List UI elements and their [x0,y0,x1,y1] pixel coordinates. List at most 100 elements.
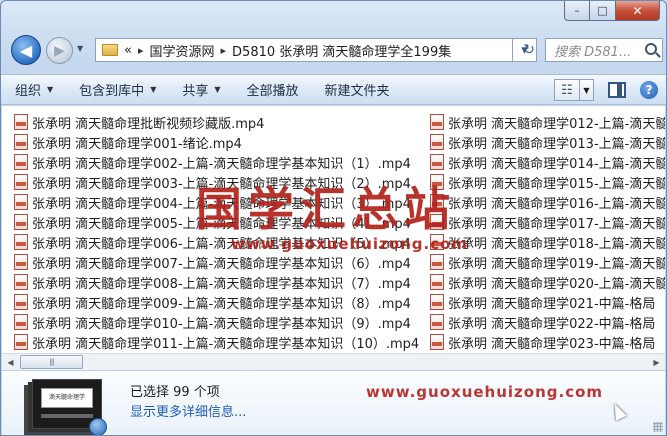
mp4-file-icon [14,294,28,310]
change-view-button[interactable]: ☷ [554,79,580,101]
horizontal-scrollbar[interactable]: ◀ ||| ▶ [2,353,665,370]
file-item[interactable]: 张承明 滴天髓命理学021-中篇-格局 [430,292,665,312]
preview-pane-icon[interactable] [608,82,626,98]
file-item[interactable]: 张承明 滴天髓命理批断视频珍藏版.mp4 [14,112,424,132]
view-options-dropdown[interactable]: ▼ [580,79,594,101]
back-button[interactable]: ◀ [11,35,41,65]
file-name: 张承明 滴天髓命理学003-上篇-滴天髓命理学基本知识（2）.mp4 [32,176,411,192]
chevron-down-icon: ▼ [214,85,221,94]
file-item[interactable]: 张承明 滴天髓命理学023-中篇-格局 [430,332,665,352]
file-item[interactable]: 张承明 滴天髓命理学005-上篇-滴天髓命理学基本知识（4）.mp4 [14,212,424,232]
selection-thumbnail: 滴天髓命理学 [32,379,107,435]
file-name: 张承明 滴天髓命理学021-中篇-格局 [448,296,656,312]
mp4-file-icon [430,214,444,230]
file-item[interactable]: 张承明 滴天髓命理学017-上篇-滴天髓 [430,212,665,232]
search-box[interactable]: 搜索 D581... [545,38,663,62]
file-name: 张承明 滴天髓命理学012-上篇-滴天髓 [448,116,665,132]
file-item[interactable]: 张承明 滴天髓命理学014-上篇-滴天髓 [430,152,665,172]
refresh-button[interactable]: ↻ [517,38,541,62]
mp4-file-icon [430,114,444,130]
help-icon: ? [645,83,653,97]
recent-pages-dropdown[interactable]: ▼ [77,44,83,53]
command-bar: 组织 ▼ 包含到库中 ▼ 共享 ▼ 全部播放 新建文件夹 ☷ ▼ ? [1,74,666,105]
scroll-right-button[interactable]: ▶ [648,355,665,370]
file-item[interactable]: 张承明 滴天髓命理学020-上篇-滴天髓 [430,272,665,292]
mp4-file-icon [430,154,444,170]
file-item[interactable]: 张承明 滴天髓命理学002-上篇-滴天髓命理学基本知识（1）.mp4 [14,152,424,172]
selection-count: 已选择 99 个项 [130,385,220,400]
mp4-file-icon [430,254,444,270]
search-input[interactable]: 搜索 D581... [554,41,631,60]
mp4-file-icon [14,234,28,250]
arrow-right-icon: ▶ [653,358,660,367]
chevron-down-icon: ▼ [47,85,54,94]
minimize-button[interactable]: – [564,1,590,21]
address-bar[interactable]: « ▸ 国学资源网 ▸ D5810 张承明 滴天髓命理学全199集 [95,38,513,62]
file-item[interactable]: 张承明 滴天髓命理学010-上篇-滴天髓命理学基本知识（9）.mp4 [14,312,424,332]
file-item[interactable]: 张承明 滴天髓命理学022-中篇-格局 [430,312,665,332]
include-library-label: 包含到库中 [79,84,145,99]
file-item[interactable]: 张承明 滴天髓命理学018-上篇-滴天髓 [430,232,665,252]
close-button[interactable]: ✕ [616,1,660,21]
media-player-icon [89,418,107,435]
forward-button[interactable]: ▶ [46,37,73,64]
file-item[interactable]: 张承明 滴天髓命理学006-上篇-滴天髓命理学基本知识（5）.mp4 [14,232,424,252]
details-pane: 滴天髓命理学 已选择 99 个项 显示更多详细信息... [2,370,665,435]
breadcrumb-item-root[interactable]: 国学资源网 [150,41,215,60]
breadcrumb-separator[interactable]: ▸ [138,44,144,57]
include-in-library-button[interactable]: 包含到库中 ▼ [79,80,156,99]
maximize-button[interactable]: □ [590,1,616,21]
file-item[interactable]: 张承明 滴天髓命理学016-上篇-滴天髓 [430,192,665,212]
file-name: 张承明 滴天髓命理学004-上篇-滴天髓命理学基本知识（3）.mp4 [32,196,411,212]
file-item[interactable]: 张承明 滴天髓命理学015-上篇-滴天髓 [430,172,665,192]
help-button[interactable]: ? [640,81,658,99]
mp4-file-icon [14,174,28,190]
mp4-file-icon [14,274,28,290]
caption-buttons: – □ ✕ [564,1,660,21]
explorer-window: – □ ✕ ◀ ▶ ▼ « ▸ 国学资源网 ▸ D5810 张承明 滴天髓命理学… [0,0,667,436]
organize-label: 组织 [15,84,42,99]
file-name: 张承明 滴天髓命理学018-上篇-滴天髓 [448,236,665,252]
file-column-1: 张承明 滴天髓命理批断视频珍藏版.mp4 张承明 滴天髓命理学001-绪论.mp4… [14,112,424,352]
arrow-right-icon: ▶ [54,42,65,59]
resize-grip[interactable] [653,422,663,432]
file-name: 张承明 滴天髓命理学016-上篇-滴天髓 [448,196,665,212]
file-name: 张承明 滴天髓命理学007-上篇-滴天髓命理学基本知识（6）.mp4 [32,256,411,272]
file-item[interactable]: 张承明 滴天髓命理学008-上篇-滴天髓命理学基本知识（7）.mp4 [14,272,424,292]
grip-icon: ||| [49,358,54,366]
play-all-button[interactable]: 全部播放 [247,80,299,99]
share-label: 共享 [182,84,209,99]
file-item[interactable]: 张承明 滴天髓命理学013-上篇-滴天髓 [430,132,665,152]
address-overflow-chevrons[interactable]: « [124,43,132,58]
thumbnail-bar [41,414,93,418]
file-item[interactable]: 张承明 滴天髓命理学011-上篇-滴天髓命理学基本知识（10）.mp4 [14,332,424,352]
organize-button[interactable]: 组织 ▼ [15,80,53,99]
scroll-thumb[interactable]: ||| [20,355,83,369]
file-item[interactable]: 张承明 滴天髓命理学009-上篇-滴天髓命理学基本知识（8）.mp4 [14,292,424,312]
mp4-file-icon [14,334,28,350]
scroll-left-button[interactable]: ◀ [2,355,19,370]
file-name: 张承明 滴天髓命理学008-上篇-滴天髓命理学基本知识（7）.mp4 [32,276,411,292]
mp4-file-icon [430,334,444,350]
new-folder-button[interactable]: 新建文件夹 [325,80,390,99]
refresh-icon: ↻ [523,42,535,58]
chevron-down-icon: ▼ [150,85,157,94]
arrow-left-icon: ◀ [19,40,33,60]
mp4-file-icon [430,314,444,330]
file-item[interactable]: 张承明 滴天髓命理学001-绪论.mp4 [14,132,424,152]
mp4-file-icon [430,294,444,310]
breadcrumb-separator[interactable]: ▸ [221,44,227,57]
file-item[interactable]: 张承明 滴天髓命理学004-上篇-滴天髓命理学基本知识（3）.mp4 [14,192,424,212]
share-button[interactable]: 共享 ▼ [182,80,220,99]
show-more-details-link[interactable]: 显示更多详细信息... [130,401,246,420]
toolbar-right: ☷ ▼ ? [554,79,658,101]
thumbnail-title: 滴天髓命理学 [41,388,93,408]
file-list[interactable]: 张承明 滴天髓命理批断视频珍藏版.mp4 张承明 滴天髓命理学001-绪论.mp4… [2,106,665,353]
file-name: 张承明 滴天髓命理学001-绪论.mp4 [32,136,242,152]
file-item[interactable]: 张承明 滴天髓命理学019-上篇-滴天髓 [430,252,665,272]
file-name: 张承明 滴天髓命理批断视频珍藏版.mp4 [32,116,265,132]
file-item[interactable]: 张承明 滴天髓命理学012-上篇-滴天髓 [430,112,665,132]
file-item[interactable]: 张承明 滴天髓命理学007-上篇-滴天髓命理学基本知识（6）.mp4 [14,252,424,272]
breadcrumb-item-current[interactable]: D5810 张承明 滴天髓命理学全199集 [232,41,451,60]
file-item[interactable]: 张承明 滴天髓命理学003-上篇-滴天髓命理学基本知识（2）.mp4 [14,172,424,192]
